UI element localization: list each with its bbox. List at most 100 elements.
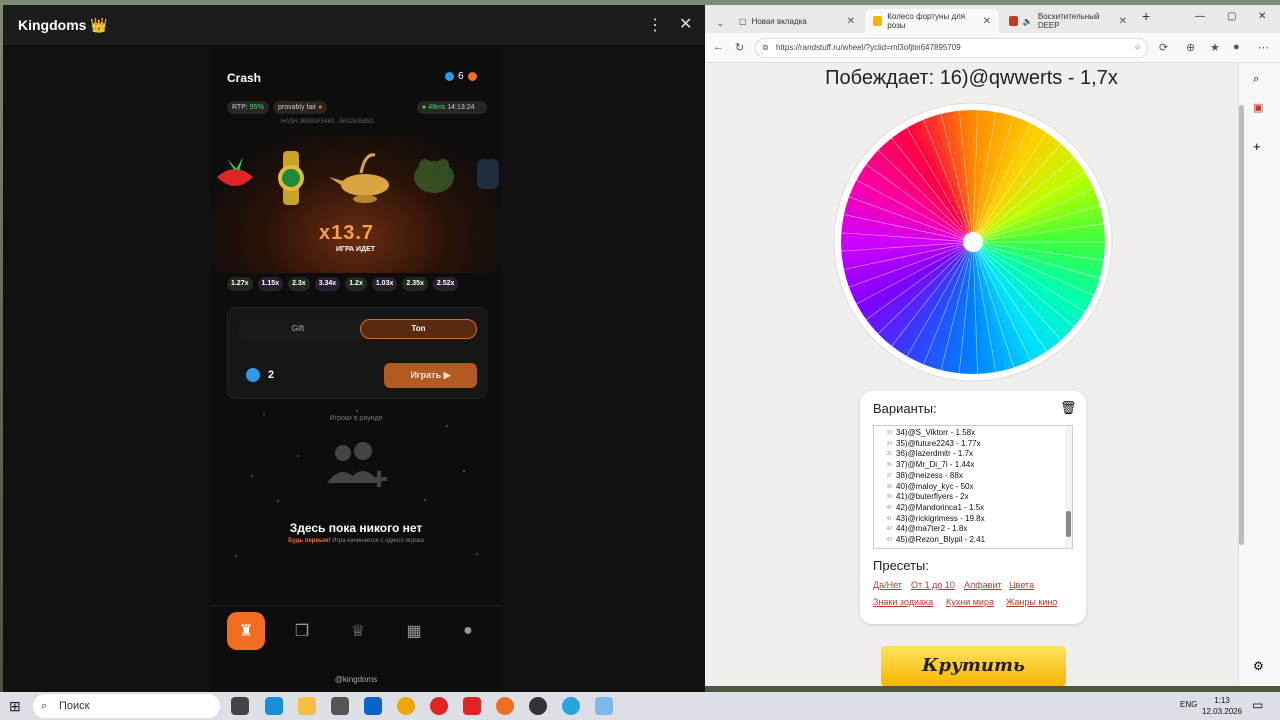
more-menu-icon[interactable]: ⋮ xyxy=(647,15,663,35)
provably-fair-label: provably fair xyxy=(278,104,317,111)
nav-profile-icon[interactable]: ● xyxy=(449,612,487,650)
line-number: 34 xyxy=(886,440,892,447)
history-chip: 2.35x xyxy=(402,277,428,291)
extension-icon[interactable]: ⟳ xyxy=(1159,41,1168,54)
magic-lamp-gift-icon xyxy=(329,153,389,203)
window-header: Kingdoms 👑 ⋮ ✕ xyxy=(3,5,705,45)
bet-amount-field[interactable]: 2 xyxy=(246,368,274,382)
split-screen-icon[interactable]: ⊕ xyxy=(1186,41,1195,54)
preset-link[interactable]: Да/Нет xyxy=(873,580,902,590)
new-tab-icon: ▢ xyxy=(739,16,747,26)
balance-badge[interactable]: 6 xyxy=(445,71,477,82)
variants-card: Варианты: 🗑 33 34)@S_Viktorr - 1.58x 34 35)… xyxy=(860,391,1086,624)
taskbar-search[interactable]: ⌕ Поиск xyxy=(33,694,220,718)
spin-button[interactable]: Крутить xyxy=(881,646,1066,686)
reload-icon[interactable]: ↻ xyxy=(735,41,744,54)
preset-link[interactable]: Кухни мира xyxy=(946,597,994,607)
tab-new-tab[interactable]: ▢ Новая вкладка ✕ xyxy=(731,9,863,33)
textarea-scrollbar[interactable] xyxy=(1065,426,1072,548)
yandex-icon[interactable] xyxy=(430,697,448,715)
close-tab-icon[interactable]: ✕ xyxy=(1119,16,1127,27)
variant-text: 34)@S_Viktorr - 1.58x xyxy=(896,428,976,437)
preset-link[interactable]: Жанры кино xyxy=(1006,597,1057,607)
watch-gift-icon xyxy=(278,151,304,205)
currency-switch: Gift Ton xyxy=(238,318,478,340)
edge-icon[interactable] xyxy=(265,697,283,715)
close-tab-icon[interactable]: ✕ xyxy=(983,16,991,27)
notifications-icon[interactable]: ▭ xyxy=(1252,698,1263,712)
round-hash[interactable]: HASH 3B88AF5463...56S2835852 xyxy=(281,119,373,125)
preset-link[interactable]: Цвета xyxy=(1009,580,1034,590)
preset-link[interactable]: Знаки зодиака xyxy=(873,597,933,607)
favorites-icon[interactable]: ★ xyxy=(1210,41,1220,54)
site-info-icon[interactable]: ⊜ xyxy=(762,39,769,57)
settings-more-icon[interactable]: ⋯ xyxy=(1258,41,1269,54)
nav-apps-icon[interactable]: ▦ xyxy=(395,612,433,650)
sidebar-settings-icon[interactable]: ⚙ xyxy=(1253,659,1264,673)
url-text: https://randstuff.ru/wheel/?yclid=ml3ofj… xyxy=(776,43,961,52)
page-scrollbar[interactable] xyxy=(1239,105,1244,545)
game-state-label: ИГРА ИДЕТ xyxy=(336,246,376,253)
minimize-icon[interactable]: — xyxy=(1195,11,1205,22)
maximize-icon[interactable]: ▢ xyxy=(1227,11,1236,22)
nav-trophy-icon[interactable]: ♕ xyxy=(339,612,377,650)
variants-textarea[interactable]: 33 34)@S_Viktorr - 1.58x 34 35)@future2243 … xyxy=(873,425,1073,549)
url-input[interactable]: ⊜ https://randstuff.ru/wheel/?yclid=ml3of… xyxy=(755,38,1148,58)
yandex-browser-icon[interactable] xyxy=(463,697,481,715)
store-icon[interactable] xyxy=(331,697,349,715)
close-icon[interactable]: ✕ xyxy=(679,14,692,34)
variant-text: 45)@Rezon_Blypil - 2.41 xyxy=(896,535,986,544)
app-icon[interactable] xyxy=(397,697,415,715)
tab-strip: ⌄ ▢ Новая вкладка ✕ Колесо фортуны для роз… xyxy=(705,5,1280,33)
tab-gift[interactable]: Gift xyxy=(238,318,358,340)
shopping-icon[interactable]: ▣ xyxy=(1253,101,1263,114)
app-icon[interactable] xyxy=(595,697,613,715)
address-bar-row: ← ↻ ⊜ https://randstuff.ru/wheel/?yclid=m… xyxy=(705,33,1280,63)
app-icon[interactable] xyxy=(529,697,547,715)
outlook-icon[interactable] xyxy=(364,697,382,715)
window-close-icon[interactable]: ✕ xyxy=(1258,11,1266,22)
variant-text: 35)@future2243 - 1.77x xyxy=(896,438,981,448)
favorite-star-icon[interactable]: ☆ xyxy=(1134,39,1141,57)
fortune-wheel[interactable] xyxy=(833,102,1113,382)
new-tab-button[interactable]: + xyxy=(1142,8,1150,24)
game-start-hint: Игра начинается с одного игрока xyxy=(332,538,424,544)
clock[interactable]: 1:13 12.03.2026 xyxy=(1202,695,1242,717)
tab-deep[interactable]: 🔈 Восхитительный DEEP ✕ xyxy=(1001,9,1135,33)
play-button[interactable]: Играть ▶ xyxy=(384,363,477,388)
variant-text: 41)@buterflyers - 2x xyxy=(896,492,969,502)
task-view-icon[interactable] xyxy=(231,697,249,715)
gift-coin-icon xyxy=(467,72,477,81)
game-area: x13.7 ИГРА ИДЕТ xyxy=(211,133,501,273)
trash-icon[interactable]: 🗑 xyxy=(1060,400,1077,416)
scrollbar-thumb[interactable] xyxy=(1066,511,1071,537)
preset-link[interactable]: От 1 до 10 xyxy=(911,580,955,590)
file-explorer-icon[interactable] xyxy=(298,697,316,715)
search-icon[interactable]: ⌕ xyxy=(1253,73,1259,86)
add-sidebar-icon[interactable]: + xyxy=(1253,139,1261,154)
back-icon[interactable]: ← xyxy=(713,41,724,53)
windows-start-icon[interactable]: ⊞ xyxy=(9,698,21,715)
close-tab-icon[interactable]: ✕ xyxy=(847,16,855,27)
tab-ton[interactable]: Ton xyxy=(360,319,477,339)
profile-icon[interactable]: ● xyxy=(1233,41,1240,53)
tab-list-dropdown-icon[interactable]: ⌄ xyxy=(709,11,732,35)
preset-link[interactable]: Алфавит xyxy=(964,580,1002,590)
nav-gifts-icon[interactable]: ❒ xyxy=(283,612,321,650)
telegram-icon[interactable] xyxy=(562,697,580,715)
language-indicator[interactable]: ENG xyxy=(1180,700,1197,709)
variant-line: 33 34)@S_Viktorr - 1.58x xyxy=(874,428,1064,439)
line-number: 36 xyxy=(886,462,892,469)
footer-handle[interactable]: @kingdoms xyxy=(211,675,501,684)
crash-game-app: Crash 6 RTP: 95% provably fair ● ● 48ms … xyxy=(211,45,501,692)
telegram-mini-app-window: Kingdoms 👑 ⋮ ✕ Crash 6 RTP: 95% provably… xyxy=(3,5,705,692)
provably-fair-badge[interactable]: provably fair ● xyxy=(273,101,328,114)
nav-crash-icon[interactable]: ♜ xyxy=(227,612,265,650)
site-favicon-icon xyxy=(1009,16,1018,26)
search-icon: ⌕ xyxy=(41,700,48,712)
tab-wheel[interactable]: Колесо фортуны для розы ✕ xyxy=(865,9,999,33)
line-number: 38 xyxy=(886,483,892,490)
game-title: Crash xyxy=(227,71,262,85)
app-icon[interactable] xyxy=(496,697,514,715)
rtp-value: 95% xyxy=(249,104,264,111)
